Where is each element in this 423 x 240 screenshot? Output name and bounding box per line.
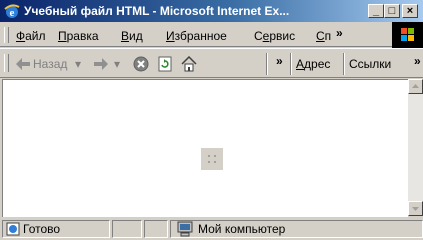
home-icon[interactable] <box>181 56 197 72</box>
back-arrow-icon <box>16 58 30 70</box>
toolbar-separator <box>266 53 268 75</box>
minimize-button[interactable]: _ <box>368 4 384 18</box>
ie-page-icon <box>6 222 20 236</box>
vertical-scrollbar[interactable] <box>408 79 423 216</box>
title-bar[interactable]: e Учебный файл HTML - Microsoft Internet… <box>0 0 423 22</box>
close-button[interactable]: × <box>402 4 418 18</box>
links-bar-label[interactable]: Ссылки <box>349 57 391 71</box>
stop-icon[interactable] <box>133 56 149 72</box>
computer-icon <box>177 221 193 237</box>
scroll-down-button[interactable] <box>408 201 423 216</box>
menu-overflow-button[interactable]: » <box>336 26 343 40</box>
back-history-dropdown[interactable]: ▾ <box>75 57 81 71</box>
forward-arrow-icon[interactable] <box>94 58 108 70</box>
status-bar: Готово Мой компьютер <box>0 217 423 240</box>
status-pane <box>144 220 168 238</box>
menu-edit[interactable]: Правка <box>58 29 99 43</box>
scroll-up-button[interactable] <box>408 79 423 94</box>
menu-help[interactable]: Сп <box>316 29 331 43</box>
back-button[interactable]: Назад <box>33 57 67 71</box>
refresh-icon[interactable] <box>157 56 173 72</box>
forward-history-dropdown[interactable]: ▾ <box>114 57 120 71</box>
toolbar-separator <box>290 53 292 75</box>
menu-favorites[interactable]: Избранное <box>166 29 227 43</box>
menu-grip[interactable] <box>4 27 9 43</box>
security-zone-text: Мой компьютер <box>198 222 286 236</box>
maximize-button[interactable]: □ <box>384 4 400 18</box>
menu-tools[interactable]: Сервис <box>254 29 295 43</box>
status-text: Готово <box>23 222 61 236</box>
menu-file[interactable]: Файл <box>16 29 46 43</box>
toolbar-separator <box>343 53 345 75</box>
toolbar-overflow-button[interactable]: » <box>276 54 283 68</box>
window-title: Учебный файл HTML - Microsoft Internet E… <box>24 4 290 18</box>
links-overflow-button[interactable]: » <box>414 54 421 68</box>
svg-text:e: e <box>10 7 15 19</box>
ie-icon: e <box>4 4 20 19</box>
placeholder-image-icon <box>201 148 223 170</box>
menu-view[interactable]: Вид <box>121 29 143 43</box>
standard-toolbar: Назад ▾ ▾ » Адрес Ссылки » <box>0 48 423 78</box>
windows-logo-icon <box>392 22 423 48</box>
menu-bar: Файл Правка Вид Избранное Сервис Сп » <box>0 24 423 47</box>
address-bar-label[interactable]: Адрес <box>296 57 330 71</box>
status-pane <box>112 220 142 238</box>
web-page-content[interactable] <box>2 79 408 217</box>
toolbar-grip[interactable] <box>4 54 9 72</box>
